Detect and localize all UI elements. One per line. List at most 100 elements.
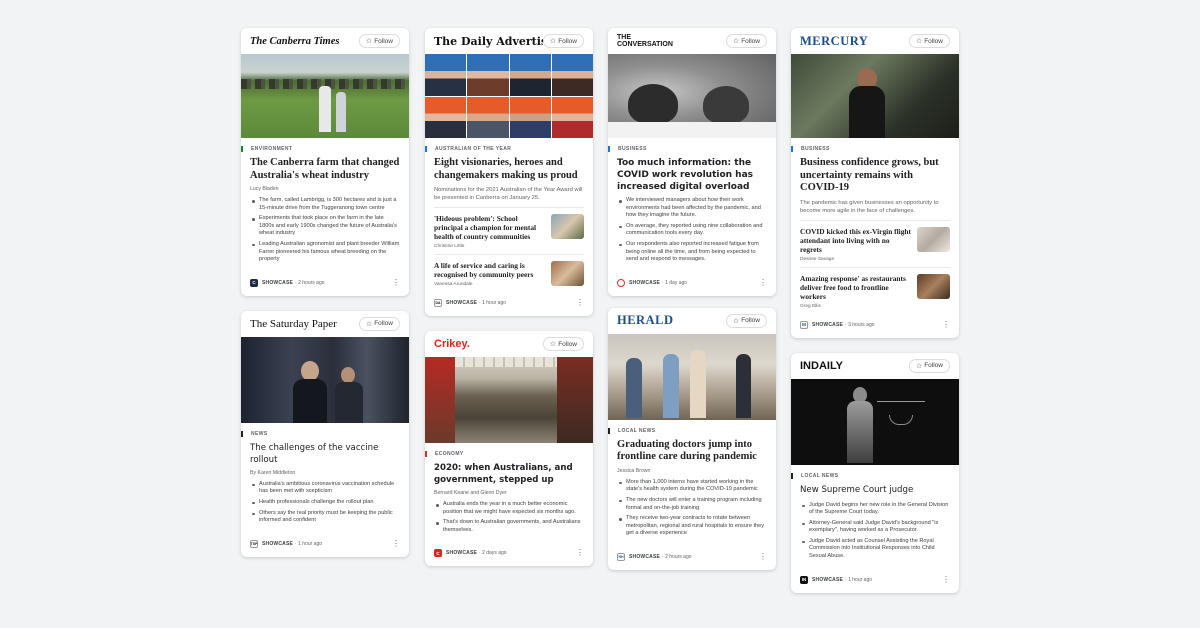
- story-title[interactable]: The challenges of the vaccine rollout: [250, 442, 400, 466]
- related-story-byline: Christine Little: [434, 244, 465, 249]
- related-story-thumbnail[interactable]: [551, 214, 584, 239]
- follow-button[interactable]: ☆ Follow: [542, 337, 584, 351]
- bullet-item: Experiments that took place on the farm …: [250, 215, 400, 238]
- publisher-icon: [617, 278, 625, 287]
- card-header: Crikey. ☆ Follow: [425, 331, 593, 357]
- more-options-icon[interactable]: ⋮: [392, 539, 400, 548]
- story-card-the-conversation[interactable]: THE CONVERSATION ☆ Follow BUSINESS Too muc…: [608, 28, 776, 296]
- story-photo[interactable]: [791, 54, 959, 138]
- follow-button[interactable]: ☆ Follow: [908, 34, 950, 48]
- bullet-item: Leading Australian agronomist and plant …: [250, 241, 400, 264]
- more-options-icon[interactable]: ⋮: [759, 278, 767, 287]
- star-icon: ☆: [365, 320, 373, 328]
- related-story-title[interactable]: Amazing response' as restaurants deliver…: [800, 274, 911, 301]
- follow-button[interactable]: ☆ Follow: [542, 34, 584, 48]
- related-story-thumbnail[interactable]: [917, 273, 950, 299]
- follow-button[interactable]: ☆ Follow: [358, 34, 400, 48]
- card-header: The Saturday Paper ☆ Follow: [241, 311, 409, 337]
- more-options-icon[interactable]: ⋮: [942, 320, 950, 329]
- bullet-list: Australia ends the year in a much better…: [434, 501, 584, 534]
- related-story-thumbnail[interactable]: [917, 226, 950, 252]
- story-title[interactable]: Eight visionaries, heroes and changemake…: [434, 157, 584, 182]
- section-label: LOCAL NEWS: [608, 427, 767, 434]
- related-story-thumbnail[interactable]: [551, 261, 584, 286]
- card-footer: SHOWCASE · 1 day ago ⋮: [608, 273, 776, 296]
- story-photo[interactable]: [425, 357, 593, 443]
- story-card-saturday-paper[interactable]: The Saturday Paper ☆ Follow NEWS The chal…: [241, 310, 409, 557]
- story-title[interactable]: New Supreme Court judge: [800, 484, 950, 496]
- section-label: AUSTRALIAN OF THE YEAR: [425, 146, 584, 152]
- publisher-logo: The Canberra Times: [250, 35, 340, 47]
- bullet-list: More than 1,000 interns have started wor…: [617, 479, 767, 538]
- follow-button[interactable]: ☆ Follow: [908, 358, 950, 373]
- related-story[interactable]: 'Hideous problem': School principal a ch…: [434, 207, 584, 249]
- section-label: ENVIRONMENT: [241, 146, 400, 152]
- bullet-list: We interviewed managers about how their …: [617, 197, 767, 264]
- publisher-logo: The Daily Advertiser: [434, 34, 543, 48]
- bullet-item: Our respondents also reported increased …: [617, 241, 767, 264]
- story-title[interactable]: 2020: when Australians, and government, …: [434, 462, 584, 486]
- more-options-icon[interactable]: ⋮: [942, 575, 950, 584]
- publisher-icon: TSP: [250, 539, 258, 548]
- story-title[interactable]: Too much information: the COVID work rev…: [617, 157, 767, 193]
- bullet-item: Judge David begins her new role in the G…: [800, 502, 950, 517]
- showcase-label: SHOWCASE: [446, 550, 478, 557]
- more-options-icon[interactable]: ⋮: [759, 552, 767, 561]
- related-story[interactable]: A life of service and caring is recognis…: [434, 254, 584, 287]
- showcase-label: SHOWCASE: [629, 279, 661, 286]
- card-footer: DA SHOWCASE · 1 hour ago ⋮: [425, 293, 593, 316]
- story-card-mercury[interactable]: MERCURY ☆ Follow BUSINESS Business confid…: [791, 28, 959, 338]
- bullet-item: Australia's ambitious coronavirus vaccin…: [250, 481, 400, 496]
- more-options-icon[interactable]: ⋮: [576, 299, 584, 307]
- story-title[interactable]: The Canberra farm that changed Australia…: [250, 157, 400, 182]
- follow-button[interactable]: ☆ Follow: [725, 313, 767, 328]
- section-label: LOCAL NEWS: [791, 472, 950, 479]
- story-card-indaily[interactable]: INDAILY ☆ Follow LOCAL NEWS New Supreme C…: [791, 352, 959, 593]
- related-story-title[interactable]: A life of service and caring is recognis…: [434, 261, 545, 279]
- timestamp: · 2 hours ago: [662, 553, 692, 560]
- story-title[interactable]: Business confidence grows, but uncertain…: [800, 157, 950, 195]
- more-options-icon[interactable]: ⋮: [576, 549, 584, 557]
- more-options-icon[interactable]: ⋮: [392, 278, 400, 287]
- related-story-title[interactable]: 'Hideous problem': School principal a ch…: [434, 214, 545, 241]
- timestamp: · 1 hour ago: [295, 540, 323, 547]
- story-card-crikey[interactable]: Crikey. ☆ Follow ECONOMY 2020: when Austr…: [425, 331, 593, 567]
- byline: By Karen Middleton: [250, 469, 296, 476]
- section-label: ECONOMY: [425, 451, 584, 457]
- related-story[interactable]: COVID kicked this ex-Virgin flight atten…: [800, 219, 950, 262]
- follow-button[interactable]: ☆ Follow: [358, 316, 400, 331]
- related-story-title[interactable]: COVID kicked this ex-Virgin flight atten…: [800, 227, 911, 254]
- related-story[interactable]: Amazing response' as restaurants deliver…: [800, 266, 950, 309]
- story-photo[interactable]: [608, 333, 776, 420]
- follow-button[interactable]: ☆ Follow: [725, 34, 767, 48]
- story-photo[interactable]: [241, 54, 409, 138]
- timestamp: · 1 day ago: [662, 279, 688, 286]
- showcase-label: SHOWCASE: [812, 576, 844, 583]
- section-label: BUSINESS: [608, 146, 767, 152]
- byline: Lucy Bladen: [250, 186, 279, 192]
- bullet-list: Australia's ambitious coronavirus vaccin…: [250, 481, 400, 525]
- card-footer: C SHOWCASE · 2 hours ago ⋮: [241, 273, 409, 296]
- story-card-daily-advertiser[interactable]: The Daily Advertiser ☆Follow AUSTRALIAN …: [425, 28, 593, 316]
- card-header: INDAILY ☆ Follow: [791, 353, 959, 379]
- story-photo[interactable]: [608, 54, 776, 138]
- related-story-byline: Vanessa Arundale: [434, 282, 473, 287]
- story-photo[interactable]: [791, 378, 959, 465]
- story-photo[interactable]: [425, 54, 593, 138]
- story-card-herald[interactable]: HERALD ☆ Follow LOCAL NEWS Graduating doc…: [608, 307, 776, 570]
- story-photo[interactable]: [241, 336, 409, 423]
- star-icon: ☆: [365, 38, 373, 45]
- timestamp: · 1 hour ago: [845, 576, 873, 583]
- story-title[interactable]: Graduating doctors jump into frontline c…: [617, 439, 767, 464]
- card-footer: TSP SHOWCASE · 1 hour ago ⋮: [241, 534, 409, 557]
- bullet-item: The new doctors will enter a training pr…: [617, 497, 767, 512]
- card-header: The Daily Advertiser ☆Follow: [425, 28, 593, 54]
- section-label: BUSINESS: [791, 146, 950, 152]
- bullet-item: Others say the real priority must be kee…: [250, 510, 400, 525]
- bullet-item: We interviewed managers about how their …: [617, 197, 767, 220]
- publisher-icon: IN: [800, 575, 808, 584]
- story-card-canberra[interactable]: The Canberra Times ☆ Follow ENVIRONMENT T…: [241, 28, 409, 296]
- byline: Bernard Keane and Glenn Dyer: [434, 490, 507, 496]
- byline: Jessica Brown: [617, 467, 651, 474]
- publisher-icon: DA: [434, 299, 442, 307]
